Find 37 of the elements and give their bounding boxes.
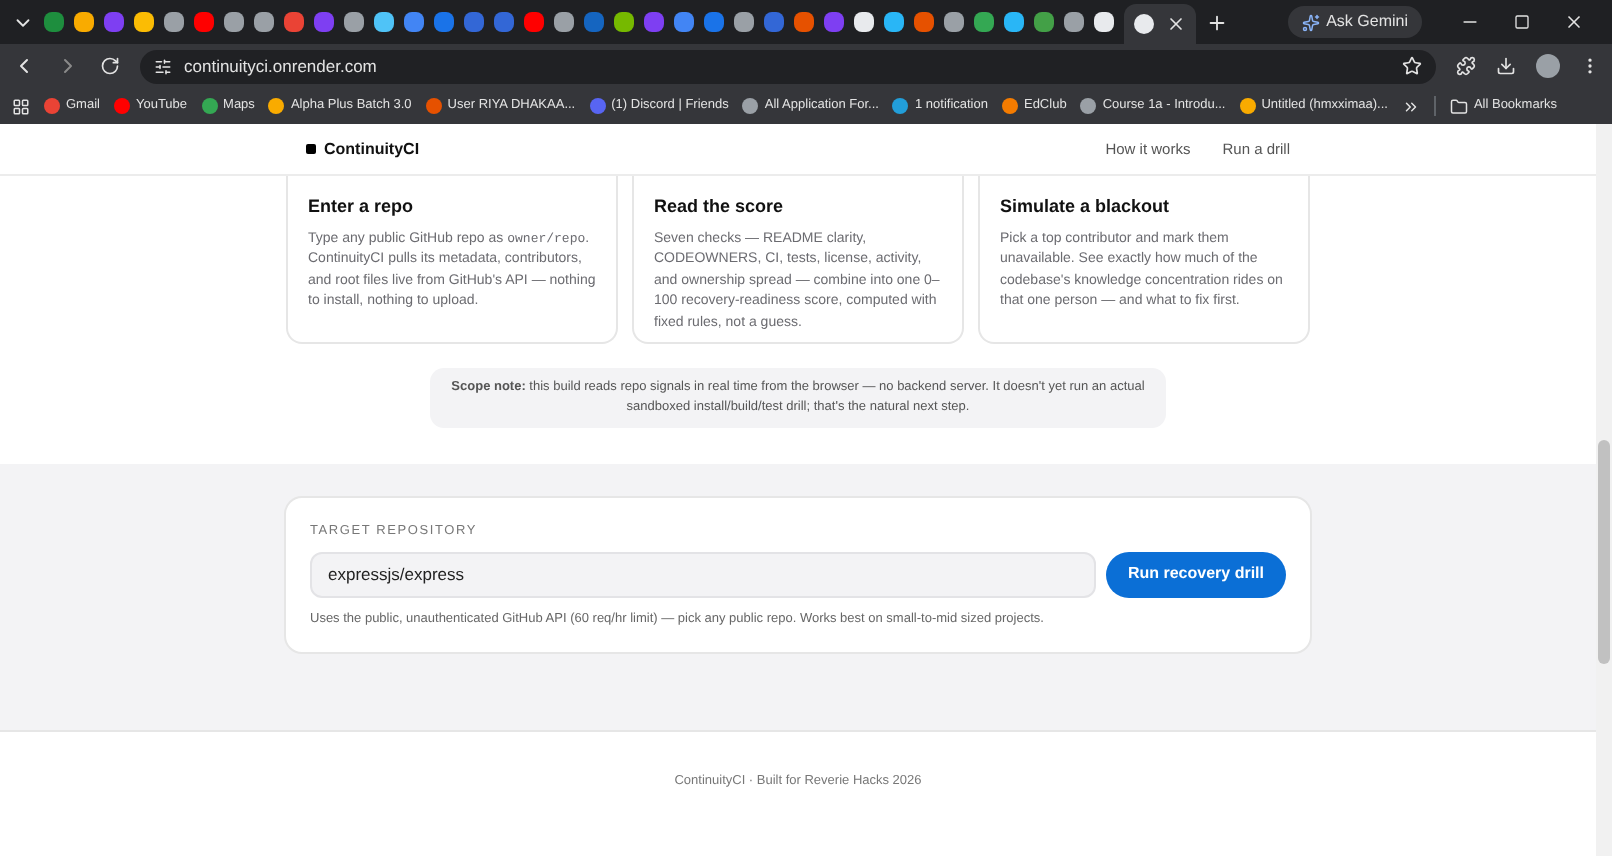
favicon-icon — [892, 98, 909, 114]
step-title: Enter a repo — [308, 194, 416, 220]
close-icon[interactable] — [1166, 14, 1186, 34]
favicon-icon — [425, 98, 442, 114]
apps-icon[interactable] — [12, 97, 30, 115]
brand-name[interactable]: ContinuityCI — [324, 137, 420, 161]
maximize-icon[interactable] — [1514, 14, 1530, 30]
favicon-icon — [1239, 98, 1256, 114]
favicon-icon — [1080, 98, 1097, 114]
logo-icon — [306, 144, 316, 154]
favicon-icon — [742, 98, 759, 114]
scrollbar-thumb[interactable] — [1598, 440, 1610, 664]
favicon-icon — [113, 98, 130, 114]
favicon-icon — [1001, 98, 1018, 114]
avatar-icon[interactable] — [1536, 54, 1560, 78]
close-window-icon[interactable] — [1564, 12, 1584, 32]
favicon-icon — [589, 98, 606, 114]
scrollbar[interactable] — [1596, 124, 1612, 856]
extensions-icon[interactable] — [1456, 56, 1476, 76]
favicon-icon — [201, 98, 218, 114]
active-tab[interactable] — [1124, 4, 1196, 44]
gemini-button[interactable]: Ask Gemini — [1288, 6, 1422, 38]
address-bar[interactable]: continuityci.onrender.com — [140, 49, 1436, 83]
favicon-icon — [44, 98, 60, 114]
favicon-icon — [268, 98, 285, 114]
download-icon[interactable] — [1496, 56, 1516, 76]
star-icon[interactable] — [1402, 56, 1422, 76]
run-drill-button[interactable]: Run recovery drill — [1105, 551, 1286, 598]
new-tab-icon[interactable] — [1206, 11, 1228, 33]
step-title: Read the score — [654, 194, 786, 220]
sparkle-icon — [1302, 13, 1321, 31]
repo-input-field[interactable]: expressjs/express — [310, 551, 1096, 598]
more-bookmarks-icon[interactable] — [1401, 97, 1420, 115]
site-settings-icon[interactable] — [154, 57, 172, 75]
step-title: Simulate a blackout — [1000, 194, 1172, 220]
reload-icon[interactable] — [100, 56, 120, 76]
folder-icon — [1449, 97, 1468, 115]
